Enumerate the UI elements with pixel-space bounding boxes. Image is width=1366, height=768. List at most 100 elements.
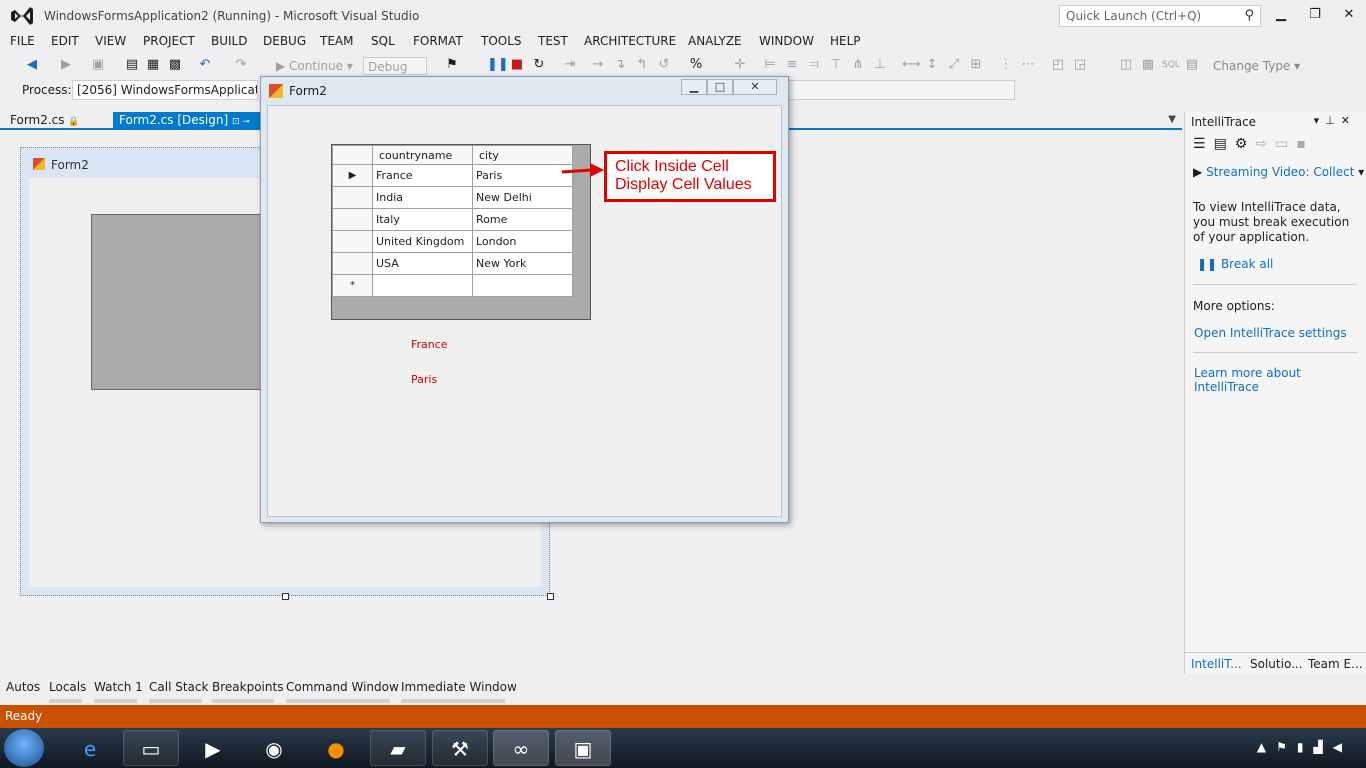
media-player-icon[interactable]: ▶ [185, 730, 241, 766]
action-center-icon[interactable]: ⚑ [1276, 740, 1297, 754]
make-same-width-icon[interactable]: ⟷ [902, 57, 921, 73]
grid-cell[interactable]: Paris [472, 164, 573, 187]
chrome-icon[interactable]: ◉ [246, 730, 302, 766]
schema-icon[interactable]: ◫ [1118, 57, 1134, 73]
vertical-spacing-icon[interactable]: ⋯ [1020, 57, 1036, 73]
settings-icon[interactable]: ⚙ [1235, 136, 1256, 152]
cleaner-icon[interactable]: ⚒ [432, 730, 488, 766]
row-header-current[interactable]: ▶ [332, 164, 373, 187]
start-button-icon[interactable] [4, 729, 44, 767]
grid-cell[interactable]: France [372, 164, 473, 187]
open-icon[interactable]: ▭ [1275, 136, 1296, 152]
grid-cell[interactable]: New Delhi [472, 186, 573, 209]
row-header[interactable] [332, 252, 373, 275]
file-explorer-icon[interactable]: ▭ [123, 730, 179, 766]
grid-cell[interactable] [472, 274, 573, 297]
menu-debug[interactable]: DEBUG [263, 34, 306, 48]
break-all-icon[interactable]: ❚❚ [487, 57, 509, 73]
row-header-new[interactable]: * [332, 274, 373, 297]
undo-icon[interactable]: ↶ [197, 57, 213, 73]
grid-cell[interactable]: Rome [472, 208, 573, 231]
grid-cell[interactable]: USA [372, 252, 473, 275]
tab-autos[interactable]: Autos [6, 680, 40, 698]
send-to-back-icon[interactable]: ◲ [1072, 57, 1088, 73]
column-header-countryname[interactable]: countryname [372, 145, 473, 165]
tab-breakpoints[interactable]: Breakpoints [212, 680, 283, 698]
grid-cell[interactable]: Italy [372, 208, 473, 231]
tab-command-window[interactable]: Command Window [286, 680, 399, 698]
close-button[interactable]: ✕ [1334, 5, 1364, 25]
sql-icon[interactable]: SQL [1162, 57, 1180, 73]
pin-icon[interactable]: ⊥ [1325, 114, 1341, 127]
visual-studio-taskbar-icon[interactable]: ∞ [493, 730, 549, 766]
tab-form2-design[interactable]: Form2.cs [Design] ⊡ ⊸ [113, 112, 263, 130]
restore-button[interactable]: ❐ [1300, 5, 1330, 25]
minimize-button[interactable]: ▁ [1266, 5, 1296, 25]
pin-icon[interactable]: ⊡ ⊸ [232, 117, 250, 127]
grid-cell[interactable]: London [472, 230, 573, 253]
align-centers-icon[interactable]: ≡ [784, 57, 800, 73]
save-all-icon[interactable]: ▩ [167, 57, 183, 73]
internet-explorer-icon[interactable]: e [62, 730, 118, 766]
row-header[interactable] [332, 208, 373, 231]
menu-format[interactable]: FORMAT [413, 34, 463, 48]
grid-cell[interactable] [372, 274, 473, 297]
restart-icon[interactable]: ↻ [531, 57, 547, 73]
stop-debugging-icon[interactable]: ■ [509, 57, 525, 73]
redo-icon[interactable]: ↷ [233, 57, 249, 73]
tab-dropdown-icon[interactable]: ▼ [1168, 114, 1176, 125]
save-icon[interactable]: ▪ [1296, 136, 1314, 152]
grid-icon[interactable]: ▦ [1140, 57, 1156, 73]
resize-handle-corner[interactable] [547, 593, 554, 600]
menu-test[interactable]: TEST [538, 34, 568, 48]
menu-project[interactable]: PROJECT [143, 34, 195, 48]
menu-file[interactable]: FILE [10, 34, 35, 48]
save-icon[interactable]: ▦ [145, 57, 161, 73]
datagridview[interactable]: countryname city ▶ France Paris India Ne… [331, 144, 591, 320]
process-combo[interactable]: [2056] WindowsFormsApplication2 [72, 80, 258, 100]
attach-icon[interactable]: ⚑ [444, 57, 460, 73]
align-rights-icon[interactable]: ⫤ [806, 57, 822, 73]
configuration-combo[interactable]: Debug [363, 57, 427, 75]
volume-icon[interactable]: ◀ [1333, 740, 1352, 754]
tab-intellitrace[interactable]: IntelliT... [1191, 657, 1242, 671]
row-header[interactable] [332, 230, 373, 253]
hex-display-icon[interactable]: % [688, 57, 704, 73]
menu-tools[interactable]: TOOLS [481, 34, 522, 48]
results-icon[interactable]: ▤ [1184, 57, 1200, 73]
grid-cell[interactable]: India [372, 186, 473, 209]
step-over-icon[interactable]: ↴ [612, 57, 628, 73]
quick-launch-input[interactable]: Quick Launch (Ctrl+Q) ⚲ [1059, 5, 1261, 27]
make-same-height-icon[interactable]: ↕ [924, 57, 940, 73]
menu-team[interactable]: TEAM [320, 34, 353, 48]
break-all-link[interactable]: ❚❚ Break all [1197, 257, 1273, 271]
sticky-notes-icon[interactable]: ▰ [370, 730, 426, 766]
network-icon[interactable]: ▟ [1314, 740, 1333, 754]
menu-window[interactable]: WINDOW [759, 34, 814, 48]
step-back-icon[interactable]: ↺ [656, 57, 672, 73]
resize-handle-bottom[interactable] [282, 593, 289, 600]
tab-immediate-window[interactable]: Immediate Window [401, 680, 517, 698]
menu-sql[interactable]: SQL [371, 34, 395, 48]
menu-build[interactable]: BUILD [211, 34, 247, 48]
align-lefts-icon[interactable]: ⊨ [762, 57, 778, 73]
align-grid-icon[interactable]: ✛ [732, 57, 748, 73]
menu-help[interactable]: HELP [830, 34, 861, 48]
menu-architecture[interactable]: ARCHITECTURE [584, 34, 676, 48]
grid-cell[interactable]: New York [472, 252, 573, 275]
form2-maximize-button[interactable]: □ [707, 79, 733, 95]
show-next-statement-icon[interactable]: ⇥ [562, 57, 578, 73]
learn-more-intellitrace-link[interactable]: Learn more about IntelliTrace [1194, 366, 1366, 394]
forward-icon[interactable]: ▶ [58, 57, 74, 73]
battery-icon[interactable]: ▮ [1297, 740, 1314, 754]
design-datagridview[interactable] [91, 214, 281, 390]
step-into-icon[interactable]: → [590, 57, 606, 73]
align-bottoms-icon[interactable]: ⊥ [872, 57, 888, 73]
row-header[interactable] [332, 186, 373, 209]
size-to-grid-icon[interactable]: ⊞ [968, 57, 984, 73]
show-hidden-icons-icon[interactable]: ▲ [1257, 740, 1276, 754]
step-out-icon[interactable]: ↰ [634, 57, 650, 73]
calls-view-icon[interactable]: ▤ [1214, 136, 1235, 152]
make-same-size-icon[interactable]: ⤢ [946, 57, 962, 73]
form2-close-button[interactable]: ✕ [733, 79, 777, 95]
